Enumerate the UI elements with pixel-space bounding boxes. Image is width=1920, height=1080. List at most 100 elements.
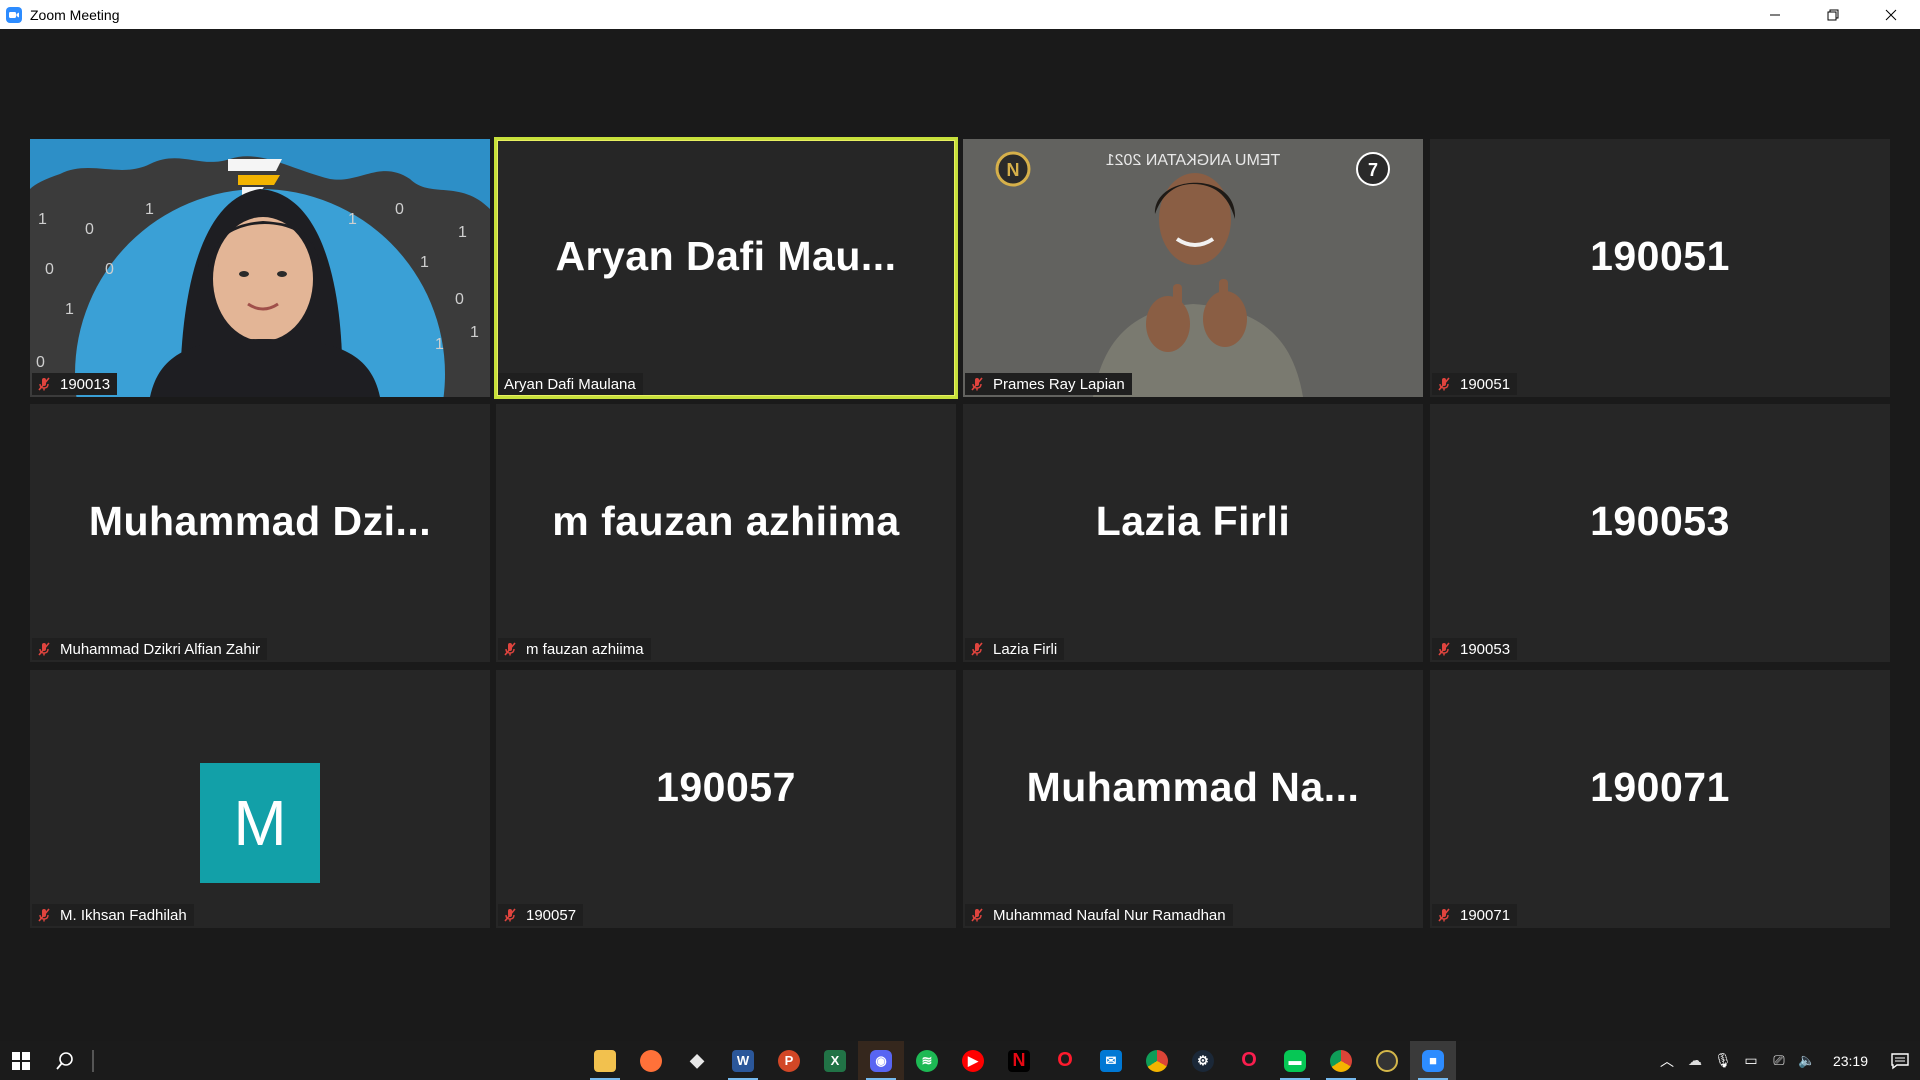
taskbar-app-mail[interactable]: ✉: [1088, 1041, 1134, 1080]
mail-icon: ✉: [1100, 1049, 1122, 1072]
muted-microphone-icon: [1438, 908, 1450, 922]
word-icon: W: [732, 1049, 754, 1072]
onedrive-tray-icon[interactable]: ☁: [1681, 1041, 1709, 1080]
taskbar-app-chrome-alt[interactable]: [1318, 1041, 1364, 1080]
participant-tile[interactable]: 190053 190053: [1430, 404, 1890, 662]
muted-microphone-icon: [971, 377, 983, 391]
firefox-icon: [640, 1049, 662, 1072]
gallery-view: 1 0 1 1 0 1 0 0 1 1 0 1 0 1 190013 Aryan…: [0, 29, 1920, 1041]
participant-name: 190057: [526, 906, 577, 924]
binary-digit: 0: [36, 354, 45, 371]
taskbar-app-line[interactable]: ▬: [1272, 1041, 1318, 1080]
taskbar-app-discord[interactable]: ◉: [858, 1041, 904, 1080]
taskbar-app-word[interactable]: W: [720, 1041, 766, 1080]
taskbar-divider: [92, 1049, 94, 1072]
start-button[interactable]: [0, 1041, 42, 1080]
restore-button[interactable]: [1804, 0, 1862, 29]
binary-digit: 0: [455, 291, 464, 308]
taskbar-app-circle[interactable]: [1364, 1041, 1410, 1080]
network-icon: ⎚: [1773, 1052, 1785, 1068]
participant-tile[interactable]: 190071 190071: [1430, 670, 1890, 928]
muted-microphone-icon: [971, 642, 983, 656]
chrome-icon: [1146, 1049, 1168, 1072]
close-button[interactable]: [1862, 0, 1920, 29]
notification-icon: [1891, 1052, 1909, 1069]
title-bar: Zoom Meeting: [0, 0, 1920, 29]
participant-tile[interactable]: m fauzan azhiima m fauzan azhiima: [496, 404, 956, 662]
mirrored-banner-text: TEMU ANGKATAN 2021: [1106, 152, 1281, 169]
speaker-icon: 🔈: [1798, 1052, 1816, 1068]
participant-name-tag: 190053: [1432, 638, 1518, 660]
clock[interactable]: 23:19: [1821, 1053, 1880, 1069]
participant-name: 190053: [1460, 640, 1511, 658]
excel-icon: X: [824, 1049, 846, 1072]
network-tray-icon[interactable]: ⎚: [1765, 1041, 1793, 1080]
line-icon: ▬: [1284, 1049, 1306, 1072]
chevron-up-icon: ︿: [1659, 1052, 1674, 1069]
participant-name-tag: Lazia Firli: [965, 638, 1065, 660]
show-hidden-icons-button[interactable]: ︿: [1653, 1041, 1681, 1080]
participant-name: m fauzan azhiima: [526, 640, 644, 658]
participant-tile[interactable]: M M. Ikhsan Fadhilah: [30, 670, 490, 928]
powerpoint-icon: P: [778, 1049, 800, 1072]
battery-tray-icon[interactable]: ▭: [1737, 1041, 1765, 1080]
participant-tile[interactable]: Muhammad Na... Muhammad Naufal Nur Ramad…: [963, 670, 1423, 928]
windows-logo-icon: [12, 1051, 30, 1070]
search-button[interactable]: [42, 1041, 88, 1080]
taskbar-app-excel[interactable]: X: [812, 1041, 858, 1080]
battery-icon: ▭: [1744, 1052, 1758, 1068]
volume-tray-icon[interactable]: 🔈: [1793, 1041, 1821, 1080]
zoom-app-icon: [6, 6, 22, 23]
file-explorer-icon: [594, 1049, 616, 1072]
participant-name: M. Ikhsan Fadhilah: [60, 906, 187, 924]
binary-digit: 0: [105, 261, 114, 278]
microphone-tray-icon[interactable]: 🎙: [1709, 1041, 1737, 1080]
participant-name: Prames Ray Lapian: [993, 375, 1125, 393]
opera-gx-icon: O: [1241, 1049, 1257, 1071]
participant-tile[interactable]: 190057 190057: [496, 670, 956, 928]
muted-microphone-icon: [1438, 377, 1450, 391]
taskbar-app-steam[interactable]: ⚙: [1180, 1041, 1226, 1080]
participant-video: N 7 TEMU ANGKATAN 2021: [963, 139, 1423, 397]
muted-microphone-icon: [38, 642, 50, 656]
taskbar-app-firefox[interactable]: [628, 1041, 674, 1080]
taskbar-app-dropbox[interactable]: ◆: [674, 1041, 720, 1080]
participant-tile[interactable]: Muhammad Dzi... Muhammad Dzikri Alfian Z…: [30, 404, 490, 662]
muted-microphone-icon: [504, 642, 516, 656]
binary-digit: 0: [45, 261, 54, 278]
binary-digit: 1: [145, 201, 154, 218]
chrome-icon: [1330, 1049, 1352, 1072]
taskbar-app-chrome[interactable]: [1134, 1041, 1180, 1080]
action-center-button[interactable]: [1880, 1041, 1920, 1080]
participant-name-tag: 190071: [1432, 904, 1518, 926]
taskbar-app-file-explorer[interactable]: [582, 1041, 628, 1080]
muted-microphone-icon: [504, 908, 516, 922]
participant-tile-active-speaker[interactable]: Aryan Dafi Mau... Aryan Dafi Maulana: [494, 137, 958, 399]
participant-tile-video[interactable]: 1 0 1 1 0 1 0 0 1 1 0 1 0 1 190013: [30, 139, 490, 397]
participant-video: 1 0 1 1 0 1 0 0 1 1 0 1 0 1: [30, 139, 490, 397]
participant-display-name: 190053: [1590, 497, 1730, 544]
taskbar-app-powerpoint[interactable]: P: [766, 1041, 812, 1080]
minimize-button[interactable]: [1746, 0, 1804, 29]
binary-digit: 1: [420, 254, 429, 271]
taskbar-app-opera-gx[interactable]: O: [1226, 1041, 1272, 1080]
restore-icon: [1827, 9, 1839, 20]
muted-microphone-icon: [38, 908, 50, 922]
taskbar-app-zoom[interactable]: ■: [1410, 1041, 1456, 1080]
taskbar-app-youtube-music[interactable]: ▶: [950, 1041, 996, 1080]
participant-tile-video[interactable]: N 7 TEMU ANGKATAN 2021 Prames Ray Lapian: [963, 139, 1423, 397]
opera-icon: O: [1057, 1049, 1073, 1071]
taskbar-app-opera[interactable]: O: [1042, 1041, 1088, 1080]
youtube-music-icon: ▶: [962, 1049, 984, 1072]
taskbar-app-netflix[interactable]: N: [996, 1041, 1042, 1080]
participant-display-name: 190071: [1590, 763, 1730, 810]
muted-microphone-icon: [1438, 642, 1450, 656]
netflix-icon: N: [1008, 1049, 1030, 1072]
dropbox-icon: ◆: [690, 1050, 704, 1070]
taskbar-app-spotify[interactable]: ≋: [904, 1041, 950, 1080]
participant-name-tag: M. Ikhsan Fadhilah: [32, 904, 194, 926]
participant-tile[interactable]: Lazia Firli Lazia Firli: [963, 404, 1423, 662]
participant-tile[interactable]: 190051 190051: [1430, 139, 1890, 397]
svg-text:N: N: [1007, 160, 1020, 180]
binary-digit: 0: [85, 221, 94, 238]
